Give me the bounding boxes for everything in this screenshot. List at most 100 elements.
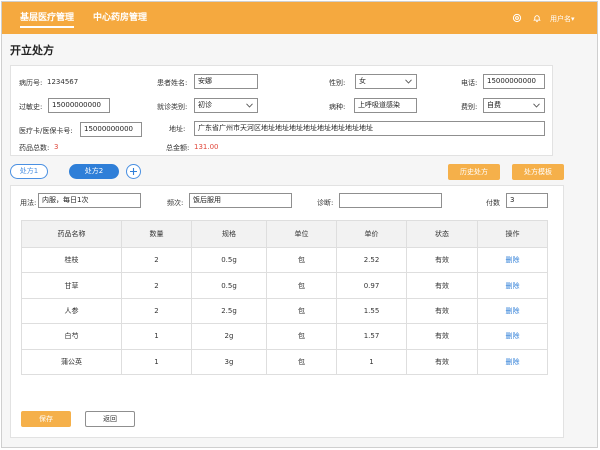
cell-spec: 2.5g [191, 297, 267, 325]
cell-spec: 2g [191, 323, 267, 350]
record-no-value: 1234567 [47, 78, 79, 86]
fee-type-label: 费别: [461, 103, 478, 111]
delete-link[interactable]: 删除 [506, 282, 520, 290]
col-header-status: 状态 [406, 220, 478, 248]
table-row: 蒲公英 1 3g 包 1 有效 删除 [21, 348, 548, 375]
table-row: 桂枝 2 0.5g 包 2.52 有效 删除 [21, 246, 548, 274]
visit-type-select-value: 初诊 [198, 101, 212, 109]
cell-unit: 包 [266, 348, 337, 375]
delete-link[interactable]: 删除 [506, 256, 520, 264]
delete-link[interactable]: 删除 [506, 332, 520, 340]
card-field[interactable]: 15000000000 [80, 122, 142, 137]
cell-price: 1.55 [336, 297, 407, 325]
gender-label: 性别: [329, 79, 346, 87]
cell-name: 人参 [21, 297, 122, 325]
tab-prescription-1[interactable]: 处方1 [10, 164, 48, 179]
table-row: 白芍 1 2g 包 1.57 有效 删除 [21, 323, 548, 350]
settings-icon[interactable] [512, 13, 522, 23]
disease-field[interactable]: 上呼吸道感染 [354, 98, 417, 113]
frequency-label: 频次: [167, 199, 184, 207]
gender-select[interactable]: 女 [355, 74, 417, 89]
visit-type-select[interactable]: 初诊 [194, 98, 258, 113]
cell-action: 删除 [477, 348, 548, 375]
cell-status: 有效 [406, 297, 478, 325]
phone-field[interactable]: 15000000000 [483, 74, 545, 89]
user-menu[interactable]: 用户名▾ [550, 14, 575, 24]
disease-label: 病种: [329, 103, 346, 111]
usage-label: 用法: [20, 199, 37, 207]
cell-price: 1.57 [336, 323, 407, 350]
cell-name: 桂枝 [21, 246, 122, 274]
record-no-label: 病历号: [19, 79, 43, 87]
app-window: 基层医疗管理 中心药房管理 用户名▾ 开立处方 病历号: 1234567 患者姓… [1, 1, 598, 448]
prescription-template-button[interactable]: 处方模板 [512, 164, 564, 180]
cell-unit: 包 [266, 246, 337, 274]
col-header-qty: 数量 [121, 220, 192, 248]
patient-name-label: 患者姓名: [157, 79, 188, 87]
save-button[interactable]: 保存 [21, 411, 71, 427]
cell-name: 甘草 [21, 272, 122, 299]
col-header-name: 药品名称 [21, 220, 122, 248]
address-label: 地址: [169, 125, 186, 133]
allergy-label: 过敏史: [19, 103, 43, 111]
bell-icon[interactable] [532, 13, 542, 23]
cell-unit: 包 [266, 297, 337, 325]
cell-qty: 2 [121, 297, 192, 325]
card-label: 医疗卡/医保卡号: [19, 127, 73, 135]
doses-field[interactable]: 3 [506, 193, 548, 208]
visit-type-label: 就诊类别: [157, 103, 188, 111]
usage-field[interactable]: 内服，每日1次 [38, 193, 141, 208]
table-row: 甘草 2 0.5g 包 0.97 有效 删除 [21, 272, 548, 299]
cell-spec: 3g [191, 348, 267, 375]
cell-name: 蒲公英 [21, 348, 122, 375]
allergy-field[interactable]: 15000000000 [48, 98, 110, 113]
tab-prescription-2[interactable]: 处方2 [69, 164, 119, 179]
cell-price: 2.52 [336, 246, 407, 274]
diagnosis-field[interactable] [339, 193, 442, 208]
top-navbar: 基层医疗管理 中心药房管理 用户名▾ [2, 2, 597, 34]
cell-price: 0.97 [336, 272, 407, 299]
chevron-down-icon [533, 103, 540, 108]
cell-status: 有效 [406, 348, 478, 375]
table-row: 人参 2 2.5g 包 1.55 有效 删除 [21, 297, 548, 325]
total-amount-label: 总金额: [166, 144, 190, 152]
delete-link[interactable]: 删除 [506, 358, 520, 366]
phone-label: 电话: [461, 79, 478, 87]
patient-name-field[interactable]: 安娜 [194, 74, 258, 89]
cell-name: 白芍 [21, 323, 122, 350]
cell-status: 有效 [406, 246, 478, 274]
patient-info-panel: 病历号: 1234567 患者姓名: 安娜 性别: 女 电话: 15000000… [10, 65, 553, 156]
cell-action: 删除 [477, 272, 548, 299]
col-header-spec: 规格 [191, 220, 267, 248]
chevron-down-icon [246, 103, 253, 108]
gender-select-value: 女 [359, 77, 366, 85]
cell-spec: 0.5g [191, 246, 267, 274]
nav-tab-primary-care[interactable]: 基层医疗管理 [20, 10, 75, 28]
cell-qty: 2 [121, 246, 192, 274]
add-prescription-button[interactable] [126, 164, 141, 179]
table-header-row: 药品名称 数量 规格 单位 单价 状态 操作 [21, 220, 548, 248]
address-field[interactable]: 广东省广州市天河区地址地址地址地址地址地址地址地址 [194, 121, 545, 136]
cell-qty: 1 [121, 323, 192, 350]
cell-action: 删除 [477, 323, 548, 350]
nav-tab-central-pharmacy[interactable]: 中心药房管理 [93, 10, 147, 23]
history-prescription-button[interactable]: 历史处方 [448, 164, 500, 180]
plus-icon [130, 168, 137, 175]
chevron-down-icon [405, 79, 412, 84]
total-count-label: 药品总数: [19, 144, 50, 152]
doses-label: 付数 [486, 199, 500, 207]
delete-link[interactable]: 删除 [506, 307, 520, 315]
cell-action: 删除 [477, 246, 548, 274]
diagnosis-label: 诊断: [317, 199, 334, 207]
col-header-price: 单价 [336, 220, 407, 248]
frequency-field[interactable]: 饭后服用 [189, 193, 292, 208]
cell-unit: 包 [266, 323, 337, 350]
page-title: 开立处方 [10, 44, 54, 57]
cell-spec: 0.5g [191, 272, 267, 299]
back-button[interactable]: 返回 [85, 411, 135, 427]
fee-type-select[interactable]: 自费 [483, 98, 545, 113]
col-header-unit: 单位 [266, 220, 337, 248]
cell-action: 删除 [477, 297, 548, 325]
col-header-action: 操作 [477, 220, 548, 248]
cell-unit: 包 [266, 272, 337, 299]
